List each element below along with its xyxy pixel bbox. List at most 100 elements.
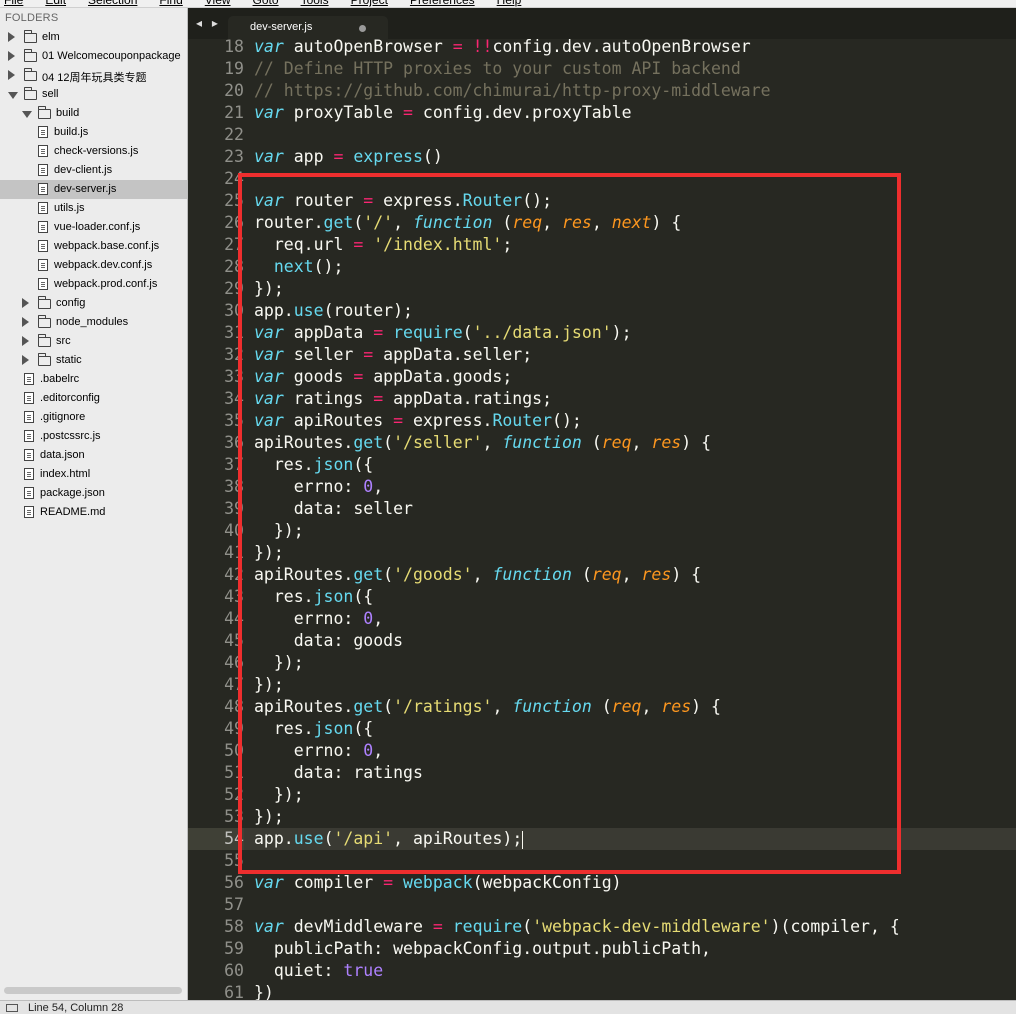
code-line[interactable]: 58 var devMiddleware = require('webpack-d… xyxy=(188,916,1016,938)
line-number: 26 xyxy=(224,213,244,232)
code-line[interactable]: 37 res.json({ xyxy=(188,454,1016,476)
menu-item[interactable]: Edit xyxy=(45,0,66,7)
code-line[interactable]: 60 quiet: true xyxy=(188,960,1016,982)
code-line[interactable]: 32 var seller = appData.seller; xyxy=(188,344,1016,366)
code-line[interactable]: 23 var app = express() xyxy=(188,146,1016,168)
tree-file[interactable]: .babelrc xyxy=(0,370,187,389)
disclosure-closed-icon[interactable] xyxy=(8,32,15,42)
menu-item[interactable]: Preferences xyxy=(410,0,475,7)
tree-folder[interactable]: 01 Welcomecouponpackage xyxy=(0,47,187,66)
tree-file[interactable]: utils.js xyxy=(0,199,187,218)
disclosure-closed-icon[interactable] xyxy=(8,70,15,80)
code-line[interactable]: 61}) xyxy=(188,982,1016,1000)
code-line[interactable]: 19 // Define HTTP proxies to your custom … xyxy=(188,58,1016,80)
tree-file[interactable]: README.md xyxy=(0,503,187,522)
disclosure-open-icon[interactable] xyxy=(8,92,18,99)
code-line[interactable]: 31 var appData = require('../data.json'); xyxy=(188,322,1016,344)
code-line[interactable]: 33 var goods = appData.goods; xyxy=(188,366,1016,388)
line-text: quiet: true xyxy=(254,961,384,980)
tree-file[interactable]: .postcssrc.js xyxy=(0,427,187,446)
code-line[interactable]: 30 app.use(router); xyxy=(188,300,1016,322)
code-line[interactable]: 21 var proxyTable = config.dev.proxyTable xyxy=(188,102,1016,124)
tree-file[interactable]: check-versions.js xyxy=(0,142,187,161)
code-line[interactable]: 44 errno: 0, xyxy=(188,608,1016,630)
code-line[interactable]: 46 }); xyxy=(188,652,1016,674)
tree-file[interactable]: package.json xyxy=(0,484,187,503)
menu-item[interactable]: View xyxy=(205,0,231,7)
code-line[interactable]: 53}); xyxy=(188,806,1016,828)
tree-file[interactable]: dev-server.js xyxy=(0,180,187,199)
tree-file[interactable]: .gitignore xyxy=(0,408,187,427)
menu-item[interactable]: Project xyxy=(351,0,388,7)
code-line[interactable]: 28 next(); xyxy=(188,256,1016,278)
tree-folder[interactable]: config xyxy=(0,294,187,313)
sidebar-scrollbar[interactable] xyxy=(4,987,182,994)
code-line[interactable]: 40 }); xyxy=(188,520,1016,542)
disclosure-open-icon[interactable] xyxy=(22,111,32,118)
tree-folder[interactable]: build xyxy=(0,104,187,123)
code-line[interactable]: 36 apiRoutes.get('/seller', function (req… xyxy=(188,432,1016,454)
tree-file[interactable]: vue-loader.conf.js xyxy=(0,218,187,237)
tree-file[interactable]: data.json xyxy=(0,446,187,465)
code-line[interactable]: 18 var autoOpenBrowser = !!config.dev.aut… xyxy=(188,39,1016,58)
code-line[interactable]: 41}); xyxy=(188,542,1016,564)
code-line[interactable]: 56 var compiler = webpack(webpackConfig) xyxy=(188,872,1016,894)
code-line[interactable]: 26 router.get('/', function (req, res, ne… xyxy=(188,212,1016,234)
tree-file[interactable]: dev-client.js xyxy=(0,161,187,180)
tree-file[interactable]: webpack.base.conf.js xyxy=(0,237,187,256)
code-line[interactable]: 34 var ratings = appData.ratings; xyxy=(188,388,1016,410)
code-line[interactable]: 35 var apiRoutes = express.Router(); xyxy=(188,410,1016,432)
code-line[interactable]: 59 publicPath: webpackConfig.output.publ… xyxy=(188,938,1016,960)
menu-item[interactable]: Tools xyxy=(301,0,329,7)
code-line[interactable]: 38 errno: 0, xyxy=(188,476,1016,498)
tree-folder[interactable]: elm xyxy=(0,28,187,47)
code-line[interactable]: 45 data: goods xyxy=(188,630,1016,652)
code-line[interactable]: 50 errno: 0, xyxy=(188,740,1016,762)
menu-item[interactable]: File xyxy=(4,0,23,7)
panel-icon[interactable] xyxy=(6,1004,18,1012)
code-line[interactable]: 29}); xyxy=(188,278,1016,300)
tree-item-label: .gitignore xyxy=(40,411,86,423)
menu-item[interactable]: Selection xyxy=(88,0,137,7)
tree-file[interactable]: .editorconfig xyxy=(0,389,187,408)
tree-folder[interactable]: sell xyxy=(0,85,187,104)
menu-item[interactable]: Help xyxy=(497,0,522,7)
code-editor[interactable]: 18 var autoOpenBrowser = !!config.dev.aut… xyxy=(188,39,1016,1000)
tree-folder[interactable]: node_modules xyxy=(0,313,187,332)
tree-file[interactable]: webpack.prod.conf.js xyxy=(0,275,187,294)
disclosure-closed-icon[interactable] xyxy=(22,298,29,308)
code-line[interactable]: 47}); xyxy=(188,674,1016,696)
tab-dev-server[interactable]: dev-server.js xyxy=(228,16,388,40)
menu-item[interactable]: Goto xyxy=(253,0,279,7)
code-line[interactable]: 54 app.use('/api', apiRoutes); xyxy=(188,828,1016,850)
tree-file[interactable]: build.js xyxy=(0,123,187,142)
unsaved-dot-icon[interactable] xyxy=(359,25,366,32)
code-line[interactable]: 48 apiRoutes.get('/ratings', function (re… xyxy=(188,696,1016,718)
tree-file[interactable]: index.html xyxy=(0,465,187,484)
code-line[interactable]: 57 xyxy=(188,894,1016,916)
code-line[interactable]: 22 xyxy=(188,124,1016,146)
disclosure-closed-icon[interactable] xyxy=(8,51,15,61)
code-line[interactable]: 39 data: seller xyxy=(188,498,1016,520)
code-line[interactable]: 55 xyxy=(188,850,1016,872)
line-text: // https://github.com/chimurai/http-prox… xyxy=(254,81,771,100)
code-line[interactable]: 43 res.json({ xyxy=(188,586,1016,608)
code-line[interactable]: 42 apiRoutes.get('/goods', function (req,… xyxy=(188,564,1016,586)
disclosure-closed-icon[interactable] xyxy=(22,317,29,327)
tree-file[interactable]: webpack.dev.conf.js xyxy=(0,256,187,275)
code-line[interactable]: 51 data: ratings xyxy=(188,762,1016,784)
tree-folder[interactable]: 04 12周年玩具类专题 xyxy=(0,66,187,85)
code-line[interactable]: 27 req.url = '/index.html'; xyxy=(188,234,1016,256)
code-line[interactable]: 25 var router = express.Router(); xyxy=(188,190,1016,212)
code-line[interactable]: 52 }); xyxy=(188,784,1016,806)
disclosure-closed-icon[interactable] xyxy=(22,355,29,365)
line-text: var autoOpenBrowser = !!config.dev.autoO… xyxy=(254,39,751,56)
code-line[interactable]: 20 // https://github.com/chimurai/http-pr… xyxy=(188,80,1016,102)
disclosure-closed-icon[interactable] xyxy=(22,336,29,346)
tree-folder[interactable]: static xyxy=(0,351,187,370)
code-line[interactable]: 49 res.json({ xyxy=(188,718,1016,740)
tab-nav-arrows[interactable]: ◂ ▸ xyxy=(196,16,221,30)
code-line[interactable]: 24 xyxy=(188,168,1016,190)
tree-folder[interactable]: src xyxy=(0,332,187,351)
menu-item[interactable]: Find xyxy=(159,0,182,7)
